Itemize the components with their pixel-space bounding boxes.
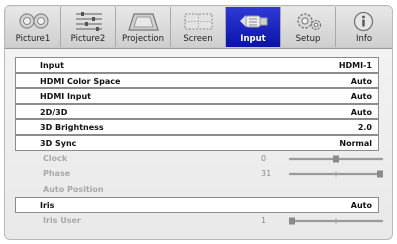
menu-row-label: Input [40, 61, 64, 70]
slider-thumb [377, 170, 383, 178]
tab-input[interactable]: Input [226, 7, 281, 47]
menu-row-value: Auto [350, 92, 372, 102]
menu-row-input[interactable]: Input HDMI-1 [15, 57, 379, 73]
menu-row-value: Auto [350, 201, 372, 211]
menu-row-phase: Phase 31 [15, 166, 383, 182]
tab-label: Projection [121, 34, 165, 44]
menu-row-clock: Clock 0 [15, 151, 383, 167]
tab-setup[interactable]: Setup [281, 7, 336, 47]
osd-menu-window: Picture1 Picture2 Projection Screen Inpu… [4, 5, 393, 240]
setup-icon [297, 13, 322, 31]
tab-picture2[interactable]: Picture2 [61, 7, 116, 47]
menu-row-value: HDMI-1 [338, 61, 372, 70]
phase-slider [289, 170, 383, 178]
menu-row-value: Auto [350, 76, 372, 86]
slider-thumb [333, 155, 339, 163]
menu-row-hdmi-input[interactable]: HDMI Input Auto [15, 88, 379, 104]
menu-row-label: Iris User [43, 215, 81, 225]
tab-screen[interactable]: Screen [171, 7, 226, 47]
menu-row-label: Auto Position [43, 184, 104, 194]
tab-bar: Picture1 Picture2 Projection Screen Inpu… [5, 6, 392, 49]
tab-label: Picture2 [70, 34, 106, 44]
tab-label: Screen [183, 34, 213, 44]
menu-row-3d-brightness[interactable]: 3D Brightness 2.0 [15, 119, 379, 135]
menu-row-3d-sync[interactable]: 3D Sync Normal [15, 134, 379, 151]
menu-row-value: 0 [261, 153, 267, 163]
input-icon [240, 15, 268, 28]
menu-row-label: Clock [43, 153, 68, 163]
info-icon [353, 11, 374, 32]
menu-row-value: 2.0 [357, 123, 372, 133]
menu-row-value: Normal [339, 138, 372, 148]
input-settings-list: Input HDMI-1 HDMI Color Space Auto HDMI … [15, 57, 383, 229]
tab-label: Setup [295, 34, 321, 44]
tab-info[interactable]: Info [336, 7, 392, 47]
tab-label: Input [240, 34, 266, 44]
iris-user-slider [289, 217, 383, 225]
projection-icon [128, 13, 159, 31]
tab-label: Info [355, 34, 373, 44]
menu-row-auto-position: Auto Position [15, 182, 379, 198]
tab-picture1[interactable]: Picture1 [6, 7, 61, 47]
menu-row-2d3d[interactable]: 2D/3D Auto [15, 103, 379, 120]
slider-thumb [289, 217, 295, 225]
menu-row-iris-user: Iris User 1 [15, 213, 383, 229]
menu-row-label: HDMI Input [40, 92, 91, 102]
tab-projection[interactable]: Projection [116, 7, 171, 47]
menu-row-value: 31 [261, 169, 272, 179]
menu-row-label: HDMI Color Space [40, 76, 121, 86]
picture1-icon [19, 13, 49, 29]
menu-row-value: Auto [350, 107, 372, 117]
picture2-icon [76, 12, 102, 31]
menu-row-label: Phase [43, 169, 71, 179]
menu-row-iris[interactable]: Iris Auto [15, 197, 379, 213]
clock-slider [289, 155, 383, 163]
menu-row-label: Iris [40, 201, 55, 211]
screen-icon [184, 13, 213, 30]
menu-row-hdmi-color-space[interactable]: HDMI Color Space Auto [15, 72, 379, 89]
menu-row-label: 3D Sync [40, 138, 77, 148]
menu-row-label: 2D/3D [40, 107, 68, 117]
menu-row-value: 1 [261, 215, 267, 225]
tab-label: Picture1 [15, 34, 51, 44]
menu-row-label: 3D Brightness [40, 123, 104, 133]
